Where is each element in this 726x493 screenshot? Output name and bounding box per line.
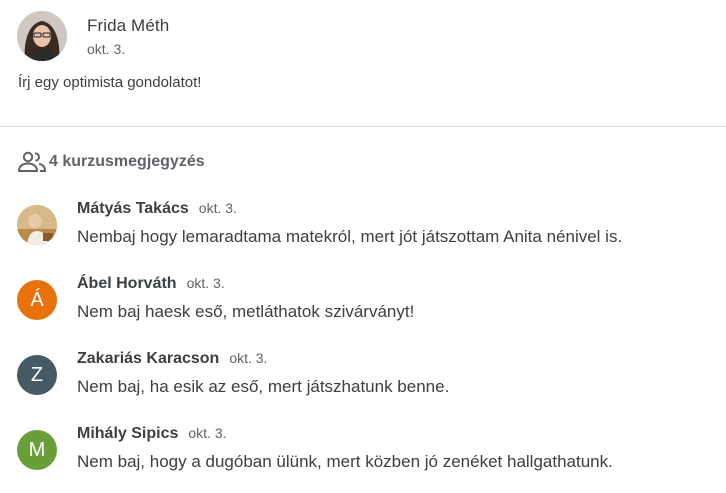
commenter-avatar[interactable]	[17, 205, 57, 245]
divider	[0, 126, 726, 127]
comments-count-label: 4 kurzusmegjegyzés	[49, 153, 205, 170]
comment-date: okt. 3.	[188, 425, 227, 441]
post-date: okt. 3.	[87, 41, 126, 57]
comment-item: Á Ábel Horváth okt. 3. Nem baj haesk eső…	[17, 275, 414, 322]
author-avatar[interactable]	[17, 11, 67, 61]
avatar-initial: Á	[30, 288, 44, 311]
post-body: Írj egy optimista gondolatot!	[18, 74, 202, 91]
avatar-initial: Z	[30, 363, 44, 386]
comment-item: Mátyás Takács okt. 3. Nembaj hogy lemara…	[17, 200, 622, 247]
comment-author[interactable]: Ábel Horváth	[77, 275, 177, 293]
comment-author[interactable]: Mihály Sipics	[77, 425, 178, 443]
avatar-initial: M	[28, 438, 46, 461]
class-comments-header[interactable]: 4 kurzusmegjegyzés	[17, 150, 205, 174]
post-header: Frida Méth okt. 3.	[17, 11, 169, 61]
commenter-avatar[interactable]: M	[17, 430, 57, 470]
comment-author[interactable]: Zakariás Karacson	[77, 350, 219, 368]
people-icon	[18, 151, 47, 172]
comment-item: Z Zakariás Karacson okt. 3. Nem baj, ha …	[17, 350, 449, 397]
comment-text: Nem baj, ha esik az eső, mert játszhatun…	[77, 377, 450, 396]
post-author[interactable]: Frida Méth	[87, 16, 169, 36]
comment-date: okt. 3.	[186, 275, 225, 291]
comment-date: okt. 3.	[198, 200, 237, 216]
comment-item: M Mihály Sipics okt. 3. Nem baj, hogy a …	[17, 425, 613, 472]
comment-text: Nem baj, hogy a dugóban ülünk, mert közb…	[77, 452, 613, 471]
comment-author[interactable]: Mátyás Takács	[77, 200, 189, 218]
comment-date: okt. 3.	[229, 350, 268, 366]
comment-text: Nembaj hogy lemaradtama matekról, mert j…	[77, 227, 623, 246]
commenter-avatar[interactable]: Z	[17, 355, 57, 395]
commenter-avatar[interactable]: Á	[17, 280, 57, 320]
comment-text: Nem baj haesk eső, metláthatok szivárván…	[77, 302, 415, 321]
